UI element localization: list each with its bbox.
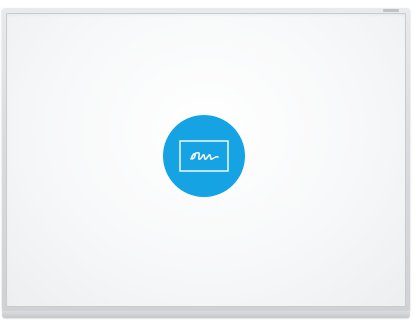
signature-button[interactable]: [163, 115, 245, 197]
signature-icon: [179, 140, 229, 172]
marker-tray: [2, 311, 410, 318]
whiteboard: [0, 0, 414, 320]
brand-mark: [383, 9, 399, 12]
